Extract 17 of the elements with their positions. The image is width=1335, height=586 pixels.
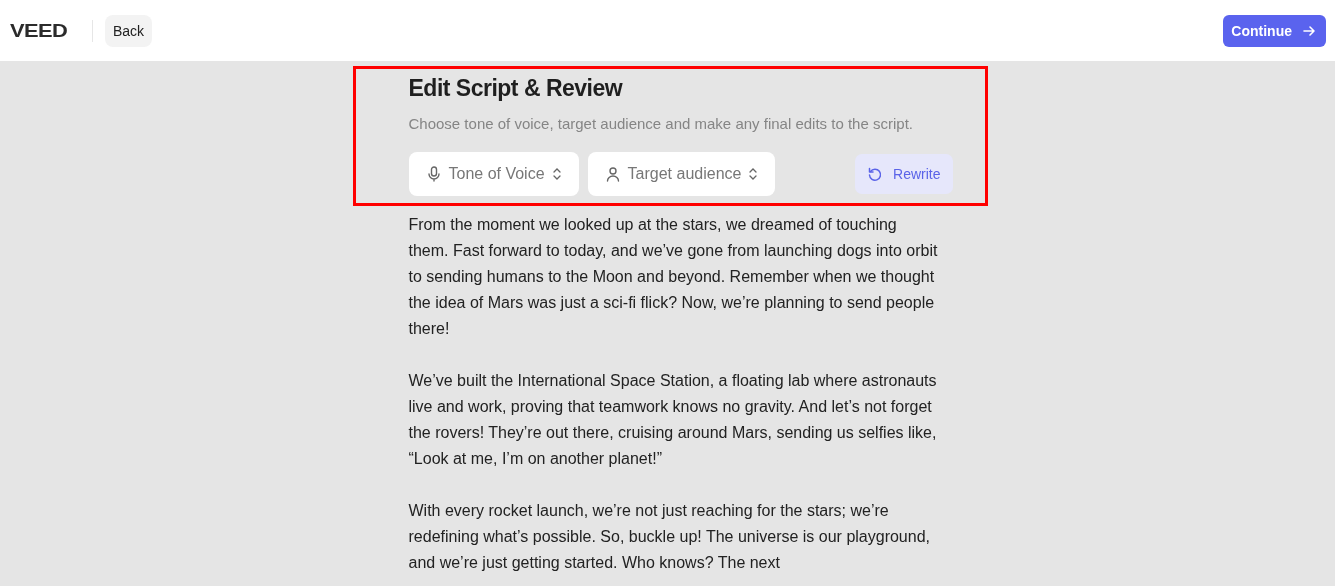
script-paragraph: From the moment we looked up at the stars, we dreamed of touching them. Fast forward to today, and we’ve gone from launching dogs into orbit to sending humans to the Moon and beyond. Remember when we thought the idea of Mars was just a sci-fi flick? Now, we’re planning to send people there! (408, 215, 939, 339)
refresh-icon (867, 166, 884, 182)
page-subtitle: Choose tone of voice, target audience and make any final edits to the script. (408, 115, 914, 132)
logo: VEED (10, 19, 69, 42)
continue-button[interactable]: Continue (1223, 14, 1326, 47)
audience-dropdown[interactable]: Target audience (587, 152, 776, 196)
microphone-icon (426, 166, 441, 182)
rewrite-button[interactable]: Rewrite (855, 154, 953, 194)
tone-dropdown[interactable]: Tone of Voice (408, 152, 579, 196)
person-icon (605, 166, 620, 182)
page-title: Edit Script & Review (408, 75, 624, 102)
arrow-right-icon (1302, 23, 1316, 38)
chevron-updown-icon (552, 167, 561, 181)
script-paragraph: With every rocket launch, we’re not just reaching for the stars; we’re redefining what’s possible. So, buckle up! The universe is our playground, and we’re just getting started. Who knows? The next (408, 501, 931, 573)
chevron-updown-icon (749, 167, 758, 181)
back-button[interactable]: Back (105, 14, 153, 47)
script-paragraph: We’ve built the International Space Station, a floating lab where astronauts live and work, proving that teamwork knows no gravity. And let’s not forget the rovers! They’re out there, cruising around Mars, sending us selfies like, “Look at me, I’m on another planet!” (408, 371, 938, 469)
